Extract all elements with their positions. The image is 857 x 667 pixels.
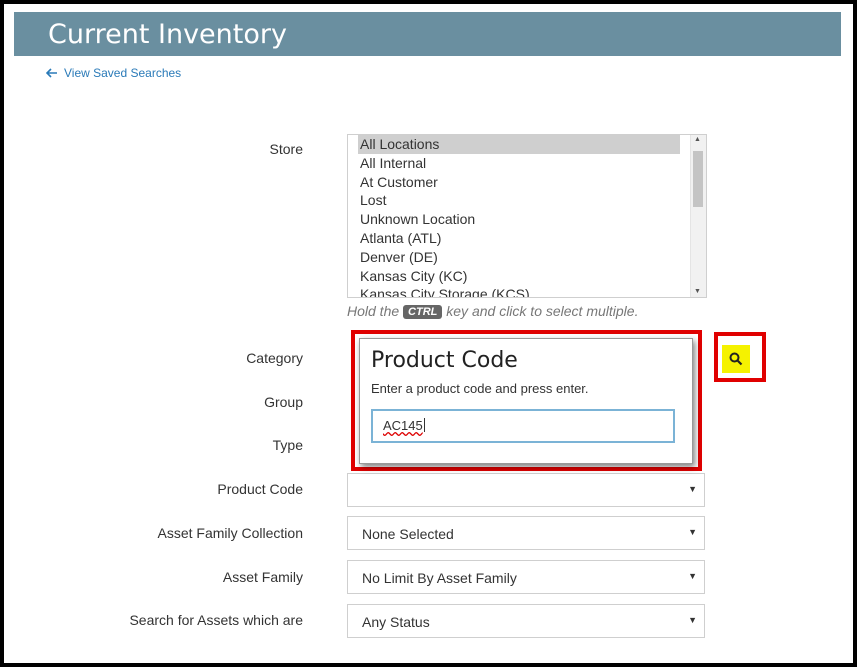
- store-option[interactable]: Denver (DE): [348, 248, 706, 267]
- app-window: Current Inventory View Saved Searches St…: [0, 0, 857, 667]
- view-saved-searches-link[interactable]: View Saved Searches: [46, 66, 181, 80]
- search-button[interactable]: [722, 345, 750, 373]
- product-code-input-value: AC145: [383, 418, 423, 433]
- page-title: Current Inventory: [48, 19, 287, 50]
- search-status-label: Search for Assets which are: [129, 612, 303, 628]
- product-code-input[interactable]: AC145: [371, 409, 675, 443]
- ctrl-key-badge: CTRL: [403, 305, 443, 319]
- caret-down-icon: ▼: [688, 484, 697, 494]
- search-status-value: Any Status: [362, 614, 430, 630]
- hint-text: Hold the: [347, 303, 400, 319]
- store-option[interactable]: Kansas City (KC): [348, 267, 706, 286]
- asset-family-collection-select[interactable]: None Selected ▼: [347, 516, 705, 550]
- asset-family-value: No Limit By Asset Family: [362, 570, 517, 586]
- scroll-thumb[interactable]: [693, 151, 703, 207]
- back-link-label: View Saved Searches: [64, 66, 182, 80]
- store-option[interactable]: Lost: [348, 191, 706, 210]
- search-status-select[interactable]: Any Status ▼: [347, 604, 705, 638]
- store-option[interactable]: Atlanta (ATL): [348, 229, 706, 248]
- caret-down-icon: ▼: [688, 615, 697, 625]
- product-code-popup: Product Code Enter a product code and pr…: [359, 338, 693, 464]
- product-code-select[interactable]: ▼: [347, 473, 705, 507]
- asset-family-select[interactable]: No Limit By Asset Family ▼: [347, 560, 705, 594]
- asset-family-collection-label: Asset Family Collection: [157, 525, 304, 541]
- text-cursor: [423, 418, 425, 432]
- asset-family-label: Asset Family: [222, 569, 303, 585]
- store-label: Store: [269, 141, 303, 157]
- store-option[interactable]: Kansas City Storage (KCS): [348, 285, 706, 297]
- popup-title: Product Code: [371, 348, 518, 373]
- multi-select-hint: Hold the CTRL key and click to select mu…: [347, 303, 638, 319]
- store-listbox[interactable]: All Locations All Internal At Customer L…: [347, 134, 707, 298]
- hint-text: key and click to select multiple.: [446, 303, 639, 319]
- arrow-left-icon: [46, 68, 57, 78]
- asset-family-collection-value: None Selected: [362, 526, 454, 542]
- scroll-up-icon[interactable]: ▲: [694, 136, 701, 143]
- store-option[interactable]: Unknown Location: [348, 210, 706, 229]
- store-option[interactable]: All Locations: [358, 135, 680, 154]
- store-option[interactable]: At Customer: [348, 173, 706, 192]
- caret-down-icon: ▼: [688, 571, 697, 581]
- popup-description: Enter a product code and press enter.: [371, 381, 589, 396]
- caret-down-icon: ▼: [688, 527, 697, 537]
- page-header: Current Inventory: [14, 12, 841, 56]
- search-icon: [729, 352, 743, 366]
- store-option[interactable]: All Internal: [348, 154, 706, 173]
- type-label: Type: [272, 437, 303, 453]
- category-label: Category: [246, 350, 303, 366]
- store-scrollbar[interactable]: ▲ ▼: [690, 135, 706, 297]
- group-label: Group: [264, 394, 303, 410]
- scroll-down-icon[interactable]: ▼: [694, 288, 701, 295]
- product-code-label: Product Code: [217, 481, 303, 497]
